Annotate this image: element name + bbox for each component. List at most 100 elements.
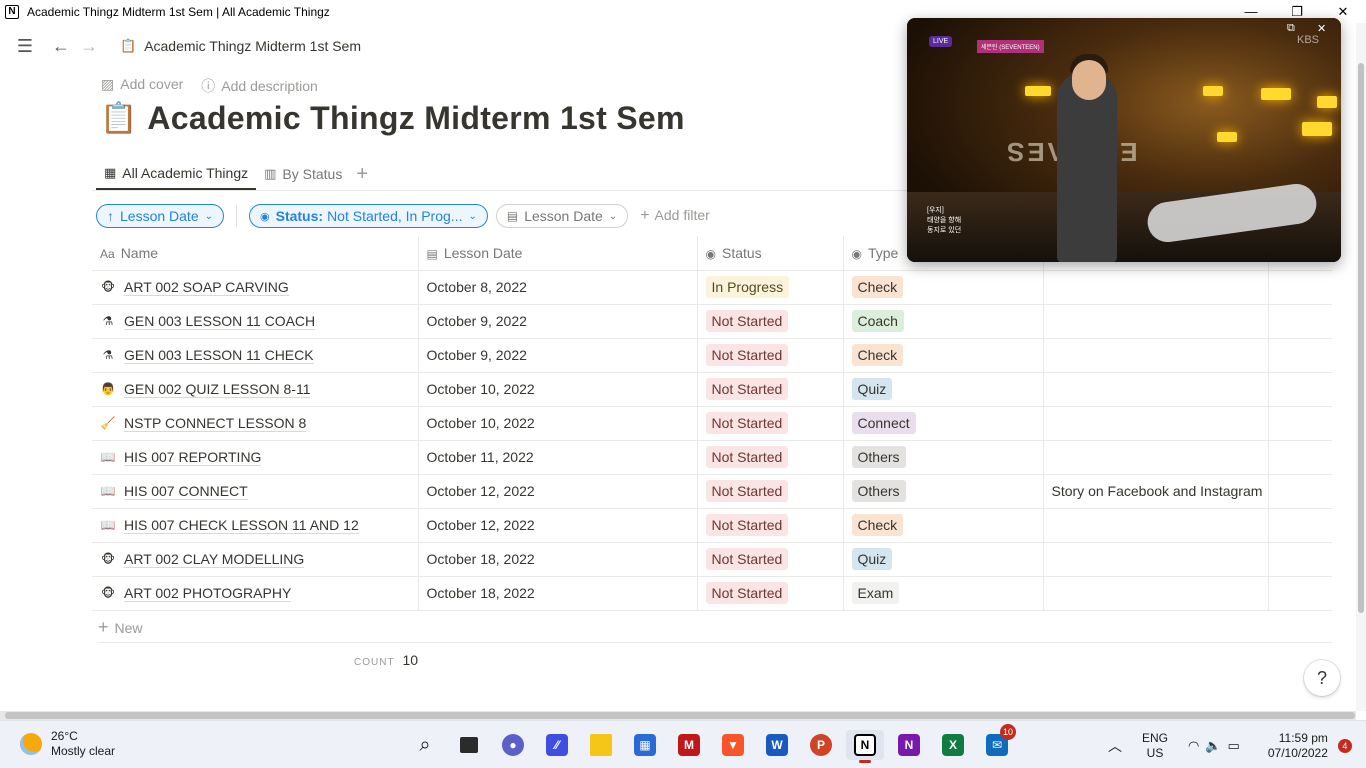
notification-badge[interactable]: 4 [1337,739,1352,753]
status-cell[interactable]: Not Started [697,508,844,543]
notes-cell[interactable] [1043,406,1269,441]
status-cell[interactable]: Not Started [697,576,844,611]
type-cell[interactable]: Check [843,338,1044,373]
task-view-button[interactable] [450,730,488,760]
tab-by-status[interactable]: ▥ By Status [256,158,350,190]
breadcrumb[interactable]: Academic Thingz Midterm 1st Sem [144,38,361,54]
table-row[interactable]: 🐵 ART 002 CLAY MODELLING October 18, 2022 N… [92,542,1332,577]
name-cell[interactable]: ⚗ GEN 003 LESSON 11 CHECK [92,338,419,373]
row-title[interactable]: GEN 002 QUIZ LESSON 8-11 [124,381,311,398]
date-cell[interactable]: October 8, 2022 [418,270,698,305]
notes-cell[interactable] [1043,338,1269,373]
notes-cell[interactable] [1043,372,1269,407]
notion-button[interactable]: N [846,730,884,763]
date-cell[interactable]: October 12, 2022 [418,474,698,509]
teams-chat-button[interactable]: ● [494,730,532,760]
date-cell[interactable]: October 9, 2022 [418,304,698,339]
type-cell[interactable]: Exam [843,576,1044,611]
back-arrow-icon[interactable]: ← [50,36,72,57]
onenote-button[interactable]: N [890,730,928,760]
forward-arrow-icon[interactable]: → [78,36,100,57]
type-cell[interactable]: Check [843,270,1044,305]
tab-all-academic-thingz[interactable]: ▦ All Academic Thingz [96,158,257,190]
system-icons[interactable]: ◠🔈▭ [1188,738,1246,754]
status-cell[interactable]: Not Started [697,304,844,339]
add-cover-button[interactable]: ▨ Add cover [101,76,183,96]
date-cell[interactable]: October 18, 2022 [418,576,698,611]
status-cell[interactable]: Not Started [697,542,844,577]
table-row[interactable]: 📖 HIS 007 REPORTING October 11, 2022 Not St… [92,440,1332,475]
status-cell[interactable]: In Progress [697,270,844,305]
menu-icon[interactable]: ☰ [14,36,36,57]
name-cell[interactable]: 🐵 ART 002 SOAP CARVING [92,270,419,305]
name-cell[interactable]: ⚗ GEN 003 LESSON 11 COACH [92,304,419,339]
vertical-scrollbar[interactable] [1356,23,1366,711]
powerpoint-button[interactable]: P [802,730,840,760]
notes-cell[interactable] [1043,440,1269,475]
row-title[interactable]: ART 002 SOAP CARVING [124,279,289,296]
new-row-button[interactable]: + New [98,613,1332,643]
mail-button[interactable]: ✉ 10 [978,724,1016,760]
date-cell[interactable]: October 10, 2022 [418,372,698,407]
name-cell[interactable]: 📖 HIS 007 CHECK LESSON 11 AND 12 [92,508,419,543]
row-title[interactable]: ART 002 PHOTOGRAPHY [124,585,292,602]
status-cell[interactable]: Not Started [697,406,844,441]
horizontal-scrollbar[interactable] [0,711,1356,720]
back-to-tab-icon[interactable]: ⧉ [1287,22,1295,35]
type-cell[interactable]: Check [843,508,1044,543]
date-filter-pill[interactable]: ▤ Lesson Date ⌄ [495,204,629,228]
page-title[interactable]: Academic Thingz Midterm 1st Sem [147,100,684,137]
table-row[interactable]: 🧹 NSTP CONNECT LESSON 8 October 10, 2022 No… [92,406,1332,441]
notes-cell[interactable] [1043,542,1269,577]
close-video-icon[interactable]: ✕ [1317,22,1326,35]
column-header-status[interactable]: ◉ Status [697,236,844,271]
table-row[interactable]: 📖 HIS 007 CONNECT October 12, 2022 Not Star… [92,474,1332,509]
table-row[interactable]: ⚗ GEN 003 LESSON 11 COACH October 9, 2022 N… [92,304,1332,339]
type-cell[interactable]: Quiz [843,372,1044,407]
date-cell[interactable]: October 18, 2022 [418,542,698,577]
status-cell[interactable]: Not Started [697,338,844,373]
brave-browser-button[interactable]: ▼ [714,730,752,760]
name-cell[interactable]: 🐵 ART 002 CLAY MODELLING [92,542,419,577]
status-cell[interactable]: Not Started [697,474,844,509]
word-button[interactable]: W [758,730,796,760]
add-view-icon[interactable]: + [356,163,368,186]
file-explorer-button[interactable] [582,730,620,760]
search-button[interactable]: ⌕ [406,730,444,760]
column-header-name[interactable]: Aa Name [92,236,419,271]
notes-cell[interactable]: Story on Facebook and Instagram [1043,474,1269,509]
app-button[interactable]: ⁄⁄ [538,730,576,760]
status-filter-pill[interactable]: ◉ Status: Not Started, In Prog... ⌄ [249,204,488,228]
date-cell[interactable]: October 9, 2022 [418,338,698,373]
name-cell[interactable]: 📖 HIS 007 CONNECT [92,474,419,509]
type-cell[interactable]: Others [843,474,1044,509]
status-cell[interactable]: Not Started [697,372,844,407]
row-title[interactable]: GEN 003 LESSON 11 CHECK [124,347,314,364]
date-cell[interactable]: October 11, 2022 [418,440,698,475]
type-cell[interactable]: Coach [843,304,1044,339]
row-title[interactable]: ART 002 CLAY MODELLING [124,551,305,568]
table-row[interactable]: 👨 GEN 002 QUIZ LESSON 8-11 October 10, 202… [92,372,1332,407]
type-cell[interactable]: Quiz [843,542,1044,577]
row-title[interactable]: HIS 007 CONNECT [124,483,248,500]
date-cell[interactable]: October 10, 2022 [418,406,698,441]
help-button[interactable]: ? [1304,660,1340,696]
notes-cell[interactable] [1043,508,1269,543]
column-header-date[interactable]: ▤ Lesson Date [418,236,698,271]
excel-button[interactable]: X [934,730,972,760]
hscroll-thumb[interactable] [5,712,1355,719]
row-title[interactable]: HIS 007 CHECK LESSON 11 AND 12 [124,517,359,534]
name-cell[interactable]: 👨 GEN 002 QUIZ LESSON 8-11 [92,372,419,407]
name-cell[interactable]: 📖 HIS 007 REPORTING [92,440,419,475]
add-filter-button[interactable]: + Add filter [640,207,710,225]
mcafee-button[interactable]: M [670,730,708,760]
sort-pill[interactable]: ↑ Lesson Date ⌄ [96,204,224,228]
table-row[interactable]: 🐵 ART 002 SOAP CARVING October 8, 2022 In P… [92,270,1332,305]
scroll-thumb[interactable] [1358,63,1364,613]
clipboard-icon[interactable]: 📋 [100,101,137,136]
notes-cell[interactable] [1043,576,1269,611]
store-button[interactable]: ▦ [626,730,664,760]
row-title[interactable]: NSTP CONNECT LESSON 8 [124,415,307,432]
language-indicator[interactable]: ENG US [1142,731,1168,761]
date-cell[interactable]: October 12, 2022 [418,508,698,543]
